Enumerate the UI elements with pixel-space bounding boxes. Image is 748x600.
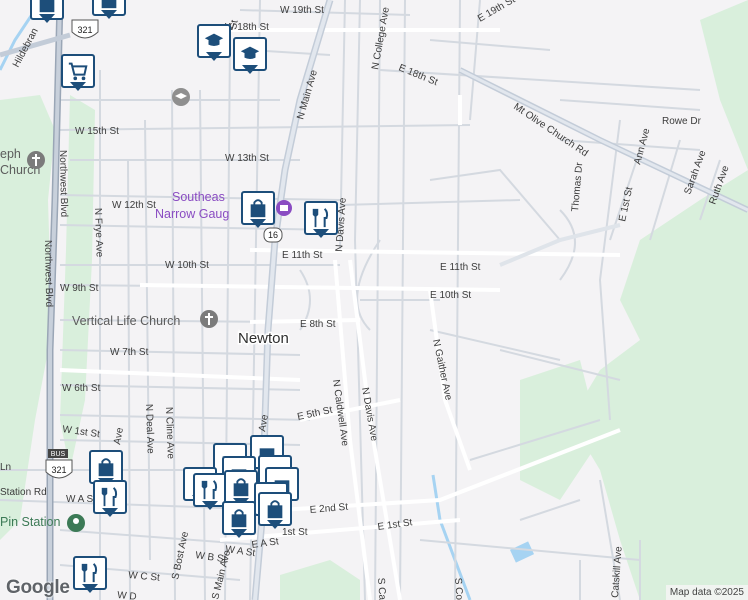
pin-cluster-bag-3[interactable] xyxy=(222,501,256,541)
street-label-w15th: W 15th St xyxy=(75,126,119,137)
street-label-w9th: W 9th St xyxy=(60,283,99,294)
street-label-northwest-blvd: Northwest Blvd xyxy=(42,240,54,307)
pin-top-left-2[interactable] xyxy=(92,0,126,22)
pin-graduation-1[interactable] xyxy=(197,24,231,64)
google-logo: Google xyxy=(6,577,70,598)
street-label-e11th-w: E 11th St xyxy=(282,250,323,261)
street-label-thomas: Thomas Dr xyxy=(570,161,585,212)
street-label-n-deal: N Deal Ave xyxy=(143,404,156,455)
street-label-hildebran: Hildebran xyxy=(11,26,41,69)
street-label-n-cline: N Cline Ave xyxy=(163,407,176,460)
street-label-w-d-frag: W D xyxy=(117,590,137,600)
street-label-n-college: N College Ave xyxy=(370,6,392,71)
street-label-w7th: W 7th St xyxy=(110,347,149,358)
street-label-ave-frag: Ave xyxy=(112,426,126,445)
street-label-e1st-v: E 1st St xyxy=(617,186,635,223)
street-label-e10th: E 10th St xyxy=(430,290,471,301)
street-label-e11th-e: E 11th St xyxy=(440,262,481,273)
street-label-ln-frag: Ln xyxy=(0,462,11,473)
pin-cluster-bag-2[interactable] xyxy=(258,492,292,532)
svg-text:BUS: BUS xyxy=(51,451,66,458)
street-label-w10th: W 10th St xyxy=(165,260,209,271)
poi-southeast-line2: Narrow Gaug xyxy=(155,207,229,221)
street-label-w13th: W 13th St xyxy=(225,153,269,164)
pin-restaurant-top[interactable] xyxy=(304,201,338,241)
svg-text:16: 16 xyxy=(268,230,278,240)
poi-joseph-line1: eph xyxy=(0,147,21,161)
street-label-s-college: S Co xyxy=(452,577,465,600)
street-label-northwest-blvd-top: Northwest Blvd xyxy=(57,150,69,217)
street-label-e8th: E 8th St xyxy=(300,319,336,330)
poi-vertical-life: Vertical Life Church xyxy=(72,314,180,328)
street-label-w12th: W 12th St xyxy=(112,200,156,211)
street-label-n-frye: N Frye Ave xyxy=(92,208,105,258)
street-label-wcst: W C St xyxy=(128,570,161,584)
poi-pin-station: Pin Station xyxy=(0,515,61,529)
street-label-e18th: E 18th St xyxy=(397,63,439,89)
map-attribution[interactable]: Map data ©2025 xyxy=(665,585,748,600)
street-label-w-a-frag: W A S xyxy=(66,494,94,505)
city-label: Newton xyxy=(238,330,289,347)
poi-southeast-line1: Southeas xyxy=(172,190,225,204)
street-label-w19th: W 19th St xyxy=(280,5,324,16)
pin-restaurant-bottom[interactable] xyxy=(73,556,107,596)
street-label-station-rd: Station Rd xyxy=(0,487,47,498)
street-label-e19th: E 19th St xyxy=(476,0,517,25)
street-label-rowe: Rowe Dr xyxy=(662,116,702,127)
street-label-e2nd: E 2nd St xyxy=(309,502,348,516)
street-label-w6th: W 6th St xyxy=(62,383,101,394)
street-label-ave-frag2: Ave xyxy=(257,413,271,432)
street-label-e1st: E 1st St xyxy=(377,517,413,533)
svg-text:321: 321 xyxy=(77,25,92,35)
pin-restaurant-left[interactable] xyxy=(93,480,127,520)
pin-graduation-2[interactable] xyxy=(233,37,267,77)
pin-shopping-bag-top[interactable] xyxy=(241,191,275,231)
street-label-e5th: E 5th St xyxy=(296,405,333,423)
pin-shopping-top-left[interactable] xyxy=(30,0,64,26)
street-label-s-caldwell: S Ca xyxy=(375,577,388,600)
pin-shopping-cart[interactable] xyxy=(61,54,95,94)
street-label-catskill: Catskill Ave xyxy=(610,546,625,599)
svg-text:321: 321 xyxy=(51,465,66,475)
street-label-n-gaither: N Gaither Ave xyxy=(430,338,454,401)
